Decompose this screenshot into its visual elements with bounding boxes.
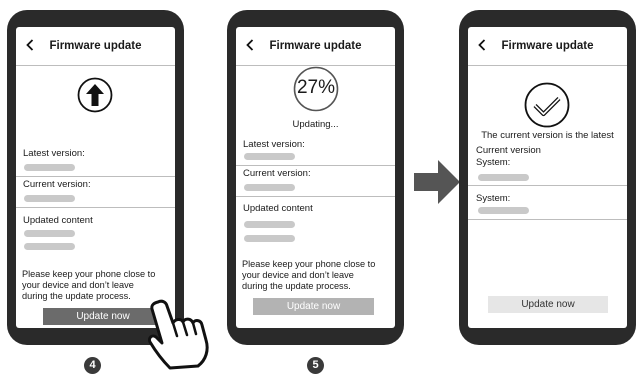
current-version-value (244, 184, 295, 191)
current-version-label: Current version (476, 145, 541, 156)
divider (468, 185, 627, 186)
page-title: Firmware update (501, 40, 594, 52)
current-version-value (24, 195, 75, 202)
phone-6: Firmware update The current version is t… (459, 10, 636, 345)
divider (16, 176, 175, 177)
system-label: System: (476, 193, 511, 204)
latest-version-label: Latest version: (23, 148, 85, 159)
screen-6: Firmware update The current version is t… (468, 27, 627, 328)
updated-content-line (24, 243, 75, 250)
update-now-button[interactable]: Update now (253, 298, 374, 315)
latest-status: The current version is the latest (481, 130, 614, 141)
keep-close-note: Please keep your phone close to your dev… (22, 269, 156, 302)
latest-version-value (24, 164, 75, 171)
divider (16, 207, 175, 208)
checkmark-icon (524, 82, 570, 128)
page-title: Firmware update (49, 40, 142, 52)
header: Firmware update (468, 37, 627, 66)
header: Firmware update (236, 37, 395, 66)
step-badge-5: 5 (307, 357, 324, 374)
divider (236, 196, 395, 197)
updated-content-line (244, 221, 295, 228)
updated-content-label: Updated content (23, 215, 93, 226)
right-arrow-icon (414, 160, 460, 204)
divider (236, 165, 395, 166)
phone-4: Firmware update Latest version: Current … (7, 10, 184, 345)
divider (16, 65, 175, 66)
screen-5: Firmware update 27% Updating... Latest v… (236, 27, 395, 328)
header: Firmware update (16, 37, 175, 66)
divider (468, 65, 627, 66)
updated-content-line (244, 235, 295, 242)
upload-arrow-icon (77, 77, 113, 113)
system-version-value (478, 174, 529, 181)
system-label: System: (476, 157, 511, 168)
step-badge-4: 4 (84, 357, 101, 374)
update-now-button[interactable]: Update now (488, 296, 608, 313)
page-title: Firmware update (269, 40, 362, 52)
current-version-label: Current version: (23, 179, 91, 190)
updating-status: Updating... (292, 119, 339, 130)
keep-close-note: Please keep your phone close to your dev… (242, 259, 376, 292)
latest-version-value (244, 153, 295, 160)
updated-content-line (24, 230, 75, 237)
updated-content-label: Updated content (243, 203, 313, 214)
system-version-value (478, 207, 529, 214)
divider (468, 219, 627, 220)
current-version-label: Current version: (243, 168, 311, 179)
hand-pointer-icon (148, 299, 209, 370)
progress-percent: 27% (296, 77, 336, 98)
latest-version-label: Latest version: (243, 139, 305, 150)
screen-4: Firmware update Latest version: Current … (16, 27, 175, 328)
phone-5: Firmware update 27% Updating... Latest v… (227, 10, 404, 345)
